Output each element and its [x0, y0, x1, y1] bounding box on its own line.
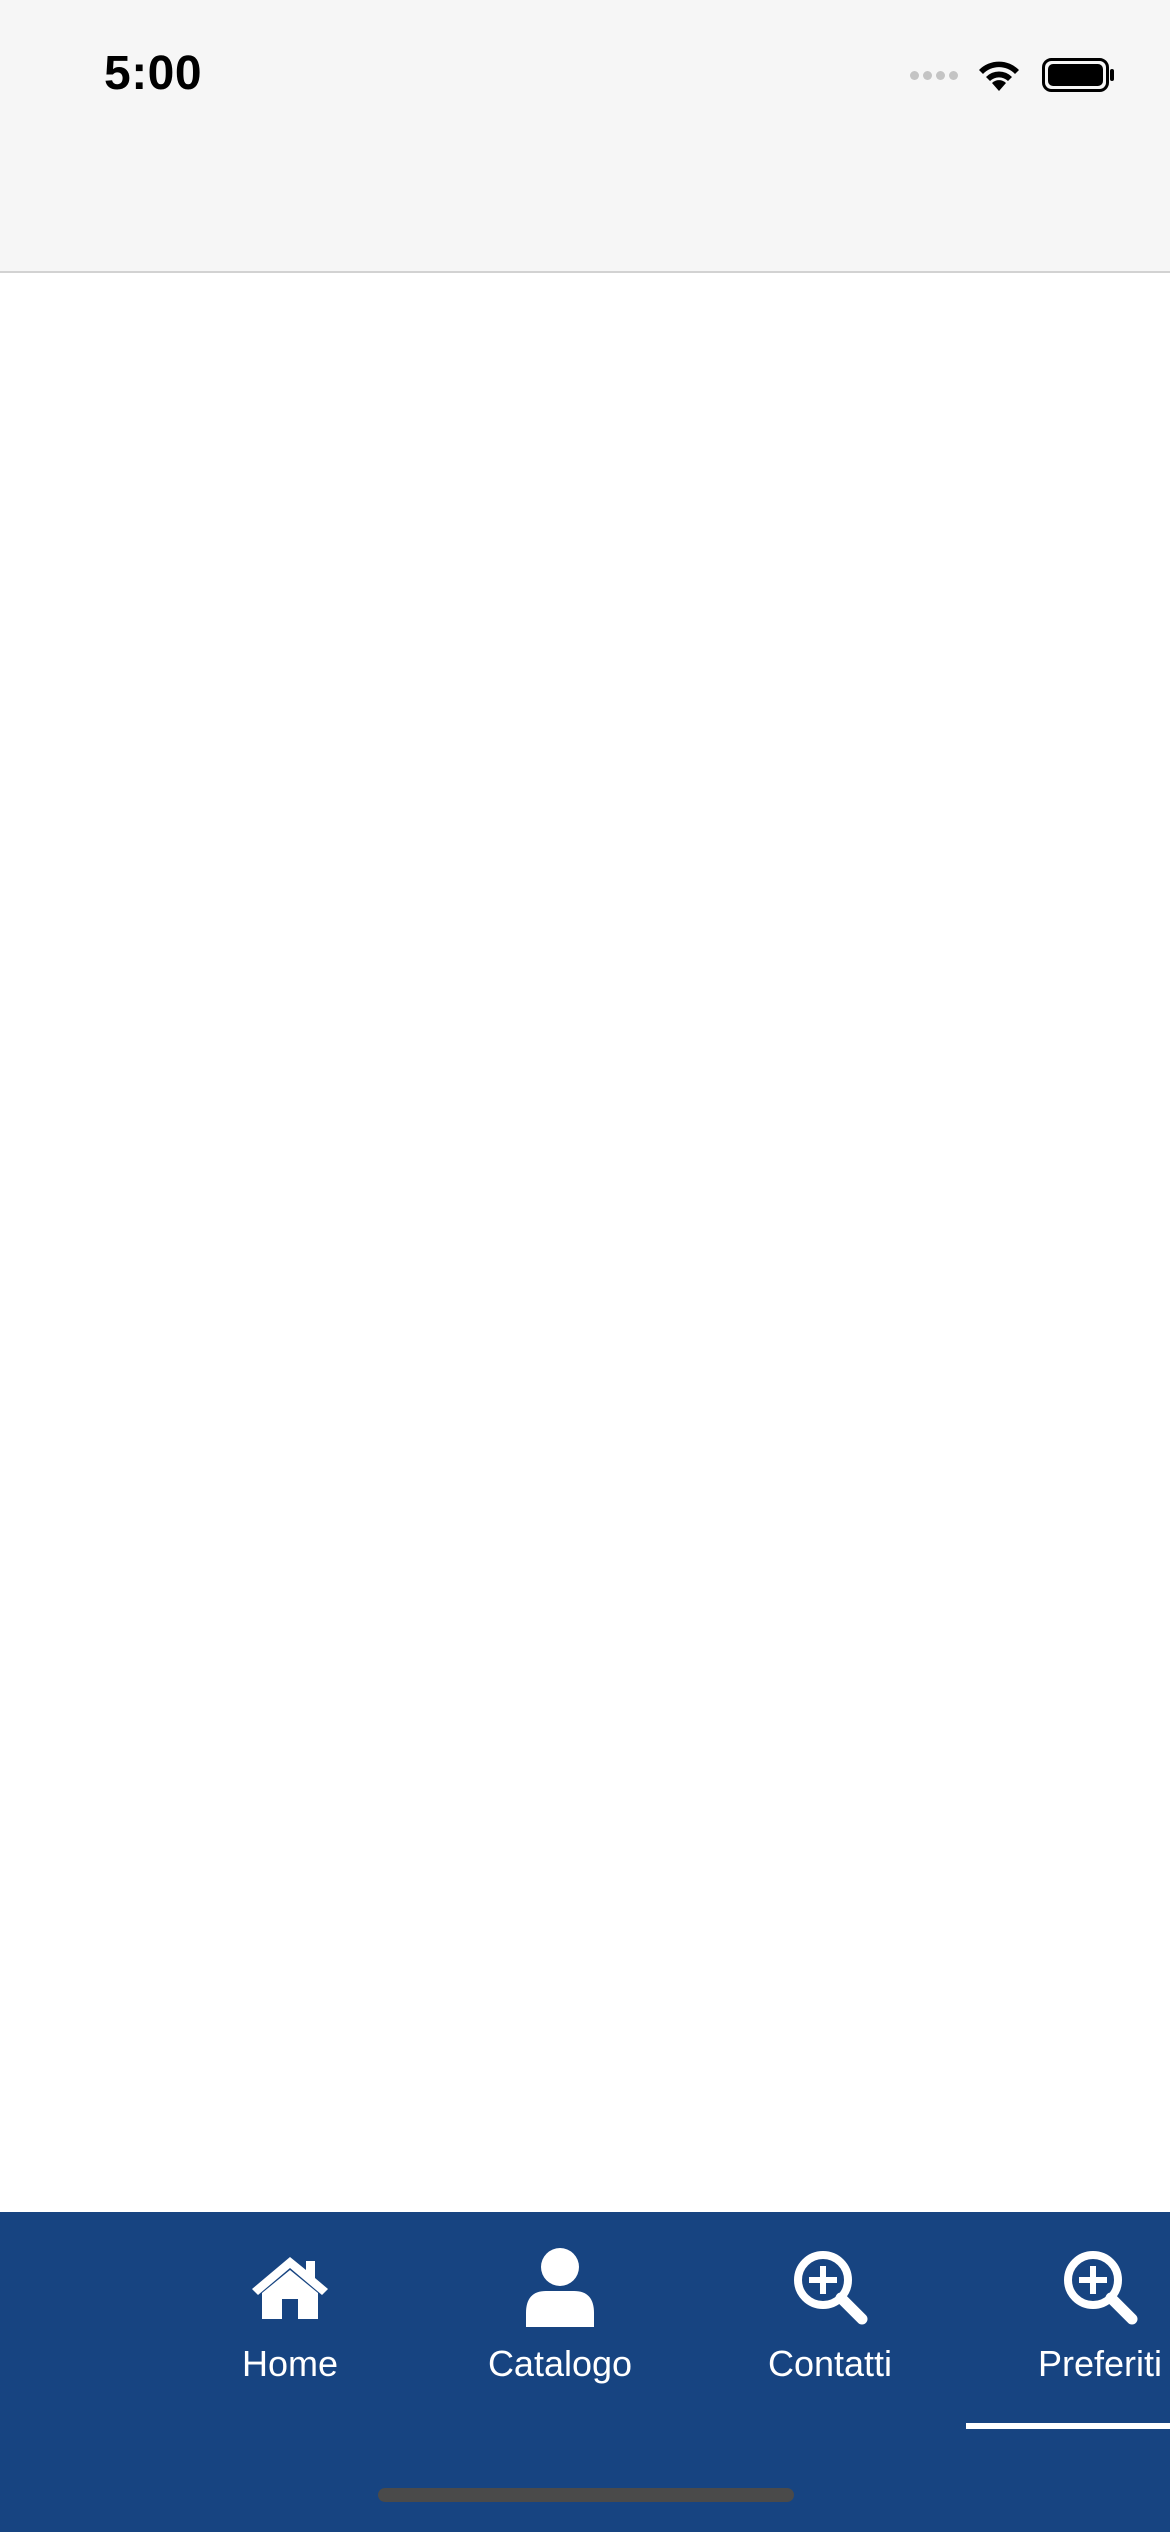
bottom-tab-bar: Home Catalogo Contatti Preferiti	[0, 2212, 1170, 2532]
wifi-icon	[979, 61, 1019, 91]
status-time: 5:00	[104, 47, 203, 100]
tab-contatti-label: Contatti	[767, 2343, 893, 2384]
tab-home[interactable]: Home	[190, 2212, 390, 2432]
app-screen: 5:00 Home Catalogo Contatti Preferiti	[0, 0, 1170, 2532]
main-content	[0, 273, 1170, 2212]
tab-catalogo[interactable]: Catalogo	[460, 2212, 660, 2432]
home-indicator[interactable]	[378, 2488, 794, 2502]
active-tab-indicator	[966, 2423, 1170, 2429]
zoom-in-icon	[785, 2248, 875, 2326]
tab-preferiti-label: Preferiti	[1037, 2343, 1163, 2384]
tab-preferiti[interactable]: Preferiti	[1000, 2212, 1170, 2432]
tab-contatti[interactable]: Contatti	[730, 2212, 930, 2432]
nav-header: 5:00	[0, 0, 1170, 273]
signal-dots-icon	[910, 70, 962, 80]
status-icons	[910, 52, 1116, 98]
tab-catalogo-label: Catalogo	[487, 2343, 633, 2384]
zoom-in-icon	[1055, 2248, 1145, 2326]
tab-home-label: Home	[241, 2343, 339, 2384]
home-icon	[245, 2248, 335, 2326]
user-icon	[515, 2248, 605, 2327]
battery-icon	[1042, 58, 1114, 92]
